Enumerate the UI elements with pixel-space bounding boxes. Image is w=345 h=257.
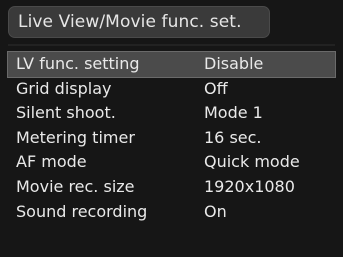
menu-item-label: Metering timer bbox=[16, 127, 135, 147]
menu-item-value: Mode 1 bbox=[204, 103, 263, 123]
menu-item-label: Sound recording bbox=[16, 201, 148, 221]
settings-menu: LV func. setting Disable Grid display Of… bbox=[7, 51, 336, 225]
menu-item-lv-func-setting[interactable]: LV func. setting Disable bbox=[7, 51, 336, 78]
menu-item-value: On bbox=[204, 201, 227, 221]
menu-item-label: Grid display bbox=[16, 78, 112, 98]
menu-item-label: LV func. setting bbox=[16, 54, 140, 73]
menu-item-movie-rec-size[interactable]: Movie rec. size 1920x1080 bbox=[8, 175, 335, 200]
menu-item-af-mode[interactable]: AF mode Quick mode bbox=[8, 150, 335, 175]
menu-item-silent-shoot[interactable]: Silent shoot. Mode 1 bbox=[8, 101, 335, 126]
menu-title: Live View/Movie func. set. bbox=[8, 6, 270, 38]
title-divider bbox=[8, 44, 335, 46]
menu-item-value: Disable bbox=[204, 54, 264, 73]
menu-item-label: AF mode bbox=[16, 152, 87, 172]
menu-item-value: Off bbox=[204, 78, 228, 98]
menu-item-sound-recording[interactable]: Sound recording On bbox=[8, 200, 335, 225]
menu-item-value: 16 sec. bbox=[204, 127, 262, 147]
menu-item-grid-display[interactable]: Grid display Off bbox=[8, 77, 335, 102]
menu-item-label: Movie rec. size bbox=[16, 176, 135, 196]
menu-item-metering-timer[interactable]: Metering timer 16 sec. bbox=[8, 126, 335, 151]
menu-item-value: 1920x1080 bbox=[204, 176, 295, 196]
camera-menu-screen: Live View/Movie func. set. LV func. sett… bbox=[0, 0, 343, 257]
menu-item-value: Quick mode bbox=[204, 152, 300, 172]
menu-item-label: Silent shoot. bbox=[16, 103, 116, 123]
